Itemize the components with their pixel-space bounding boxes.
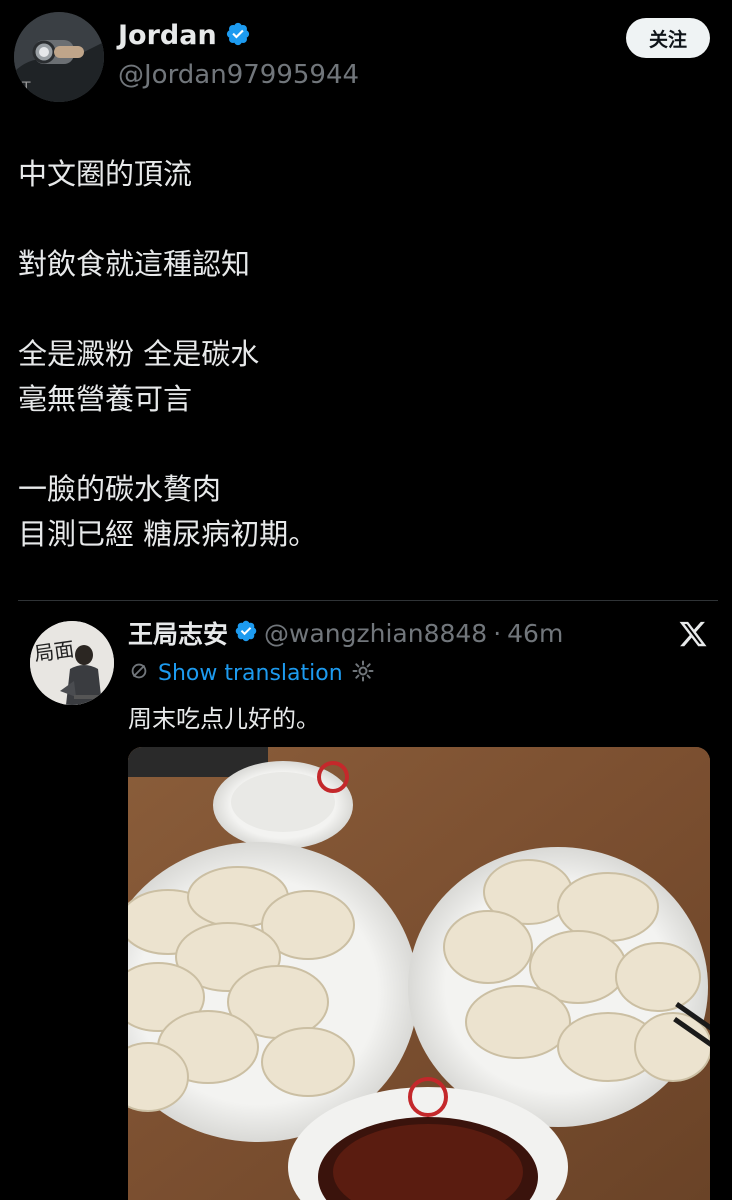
quoted-text: 周末吃点儿好的。 [128,705,320,733]
post-line: 對飲食就這種認知 [18,247,251,281]
settings-gear-icon[interactable] [351,659,375,687]
translate-row[interactable]: Show translation [128,659,375,687]
author-handle[interactable]: @Jordan97995944 [118,60,359,90]
post-paragraph: 全是澱粉 全是碳水 毫無營養可言 [18,332,718,422]
quoted-handle[interactable]: @wangzhian8848 [264,619,487,648]
quoted-post[interactable]: 局面 王局志安 @wangzhian8848 · 46m Show transl… [18,601,718,1200]
post-line: 一臉的碳水贅肉 [18,472,222,506]
author-name-row: Jordan [118,20,251,51]
follow-button[interactable]: 关注 [626,18,710,58]
quoted-timestamp[interactable]: 46m [507,619,563,648]
quoted-display-name[interactable]: 王局志安 [128,615,228,651]
post-paragraph: 一臉的碳水贅肉 目測已經 糖尿病初期。 [18,467,718,557]
quoted-name-row: 王局志安 @wangzhian8848 · 46m [128,615,563,651]
verified-badge-icon [225,21,251,51]
svg-text:T: T [21,80,31,96]
post-line: 中文圈的頂流 [18,157,193,191]
dumplings-photo[interactable] [128,747,710,1200]
translate-icon [128,660,150,686]
post-line: 全是澱粉 全是碳水 [18,337,260,371]
quoted-author-avatar[interactable]: 局面 [30,621,114,705]
post-line: 目測已經 糖尿病初期。 [18,517,318,551]
post-line: 毫無營養可言 [18,382,193,416]
author-avatar[interactable]: T [14,12,104,102]
post-header: T Jordan @Jordan97995944 关注 [0,0,732,110]
separator-dot: · [493,618,502,648]
post-paragraph: 中文圈的頂流 [18,152,718,197]
x-logo-icon[interactable] [678,619,708,649]
author-display-name[interactable]: Jordan [118,20,217,51]
post-body: 中文圈的頂流 對飲食就這種認知 全是澱粉 全是碳水 毫無營養可言 一臉的碳水贅肉… [18,152,718,557]
verified-badge-icon [234,619,258,647]
show-translation-link[interactable]: Show translation [158,661,343,686]
post-paragraph: 對飲食就這種認知 [18,242,718,287]
